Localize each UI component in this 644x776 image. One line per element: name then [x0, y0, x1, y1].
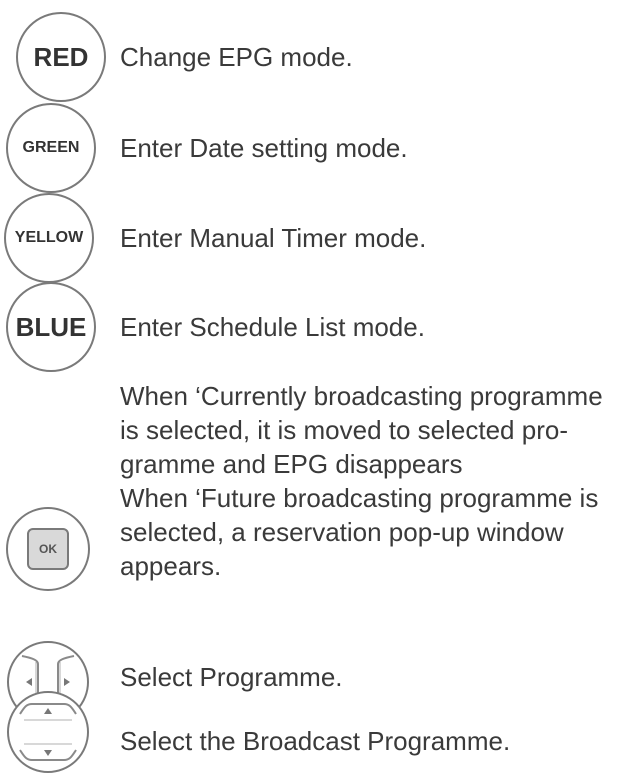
green-button-icon: GREEN [6, 103, 96, 193]
ok-line-1: When ‘Currently broadcasting programme [120, 381, 603, 411]
ok-description: When ‘Currently broadcasting programme i… [120, 379, 603, 583]
ok-line-4: When ‘Future broadcasting programme is [120, 483, 599, 513]
ok-line-2: is selected, it is moved to selected pro… [120, 415, 568, 445]
up-down-arrows-svg [7, 691, 89, 773]
ok-line-6: appears. [120, 551, 222, 581]
green-description: Enter Date setting mode. [120, 133, 408, 163]
blue-button-icon: BLUE [6, 282, 96, 372]
red-button-icon: RED [16, 12, 106, 102]
yellow-description: Enter Manual Timer mode. [120, 223, 427, 253]
left-right-description: Select Programme. [120, 662, 343, 692]
ok-line-5: selected, a reservation pop-up window [120, 517, 564, 547]
blue-description: Enter Schedule List mode. [120, 312, 425, 342]
up-down-description: Select the Broadcast Programme. [120, 726, 511, 756]
ok-button-icon: OK [6, 507, 90, 591]
red-description: Change EPG mode. [120, 42, 353, 72]
ok-glyph: OK [27, 528, 69, 570]
up-down-arrow-buttons-icon [6, 690, 90, 774]
yellow-button-icon: YELLOW [4, 193, 94, 283]
ok-line-3: gramme and EPG disappears [120, 449, 463, 479]
